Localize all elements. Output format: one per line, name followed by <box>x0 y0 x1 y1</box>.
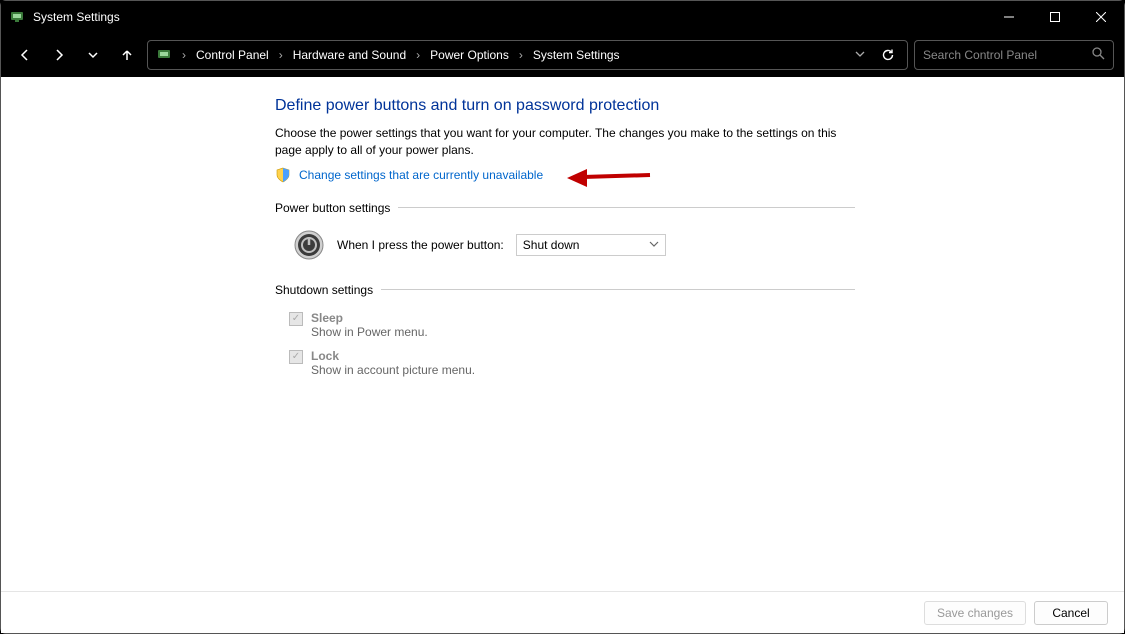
chevron-right-icon: › <box>412 48 424 62</box>
app-icon <box>9 9 25 25</box>
change-unavailable-settings-link[interactable]: Change settings that are currently unava… <box>299 168 543 182</box>
chevron-right-icon: › <box>275 48 287 62</box>
section-label: Shutdown settings <box>275 283 373 297</box>
control-panel-icon <box>156 47 172 63</box>
close-button[interactable] <box>1078 1 1124 33</box>
checkbox-disabled: ✓ <box>289 350 303 364</box>
page-title: Define power buttons and turn on passwor… <box>275 97 855 115</box>
chevron-right-icon: › <box>515 48 527 62</box>
page-description: Choose the power settings that you want … <box>275 125 855 159</box>
navbar: › Control Panel › Hardware and Sound › P… <box>1 33 1124 77</box>
breadcrumb-item[interactable]: Control Panel <box>196 48 269 62</box>
breadcrumb-item[interactable]: System Settings <box>533 48 620 62</box>
maximize-button[interactable] <box>1032 1 1078 33</box>
breadcrumb-item[interactable]: Hardware and Sound <box>293 48 406 62</box>
search-box[interactable] <box>914 40 1114 70</box>
footer: Save changes Cancel <box>1 591 1124 633</box>
annotation-arrow-icon <box>565 163 655 190</box>
sleep-option: ✓ Sleep Show in Power menu. <box>275 311 855 339</box>
up-button[interactable] <box>113 41 141 69</box>
section-power-button: Power button settings <box>275 201 855 215</box>
check-sub: Show in Power menu. <box>311 325 428 339</box>
content-area: Define power buttons and turn on passwor… <box>1 77 1124 591</box>
minimize-button[interactable] <box>986 1 1032 33</box>
recent-locations-button[interactable] <box>79 41 107 69</box>
search-icon[interactable] <box>1092 47 1105 63</box>
forward-button[interactable] <box>45 41 73 69</box>
address-bar[interactable]: › Control Panel › Hardware and Sound › P… <box>147 40 908 70</box>
power-icon <box>293 229 325 261</box>
shield-icon <box>275 167 291 183</box>
chevron-down-icon <box>649 238 659 252</box>
section-shutdown: Shutdown settings <box>275 283 855 297</box>
dropdown-value: Shut down <box>523 238 580 252</box>
back-button[interactable] <box>11 41 39 69</box>
save-changes-button: Save changes <box>924 601 1026 625</box>
check-title: Lock <box>311 349 475 363</box>
cancel-button[interactable]: Cancel <box>1034 601 1108 625</box>
lock-option: ✓ Lock Show in account picture menu. <box>275 349 855 377</box>
chevron-right-icon: › <box>178 48 190 62</box>
power-button-label: When I press the power button: <box>337 238 504 252</box>
check-title: Sleep <box>311 311 428 325</box>
search-input[interactable] <box>923 48 1092 62</box>
power-button-dropdown[interactable]: Shut down <box>516 234 666 256</box>
window-title: System Settings <box>33 10 120 24</box>
chevron-down-icon[interactable] <box>849 48 871 62</box>
refresh-button[interactable] <box>877 44 899 66</box>
section-label: Power button settings <box>275 201 390 215</box>
checkbox-disabled: ✓ <box>289 312 303 326</box>
breadcrumb-item[interactable]: Power Options <box>430 48 509 62</box>
check-sub: Show in account picture menu. <box>311 363 475 377</box>
titlebar: System Settings <box>1 1 1124 33</box>
